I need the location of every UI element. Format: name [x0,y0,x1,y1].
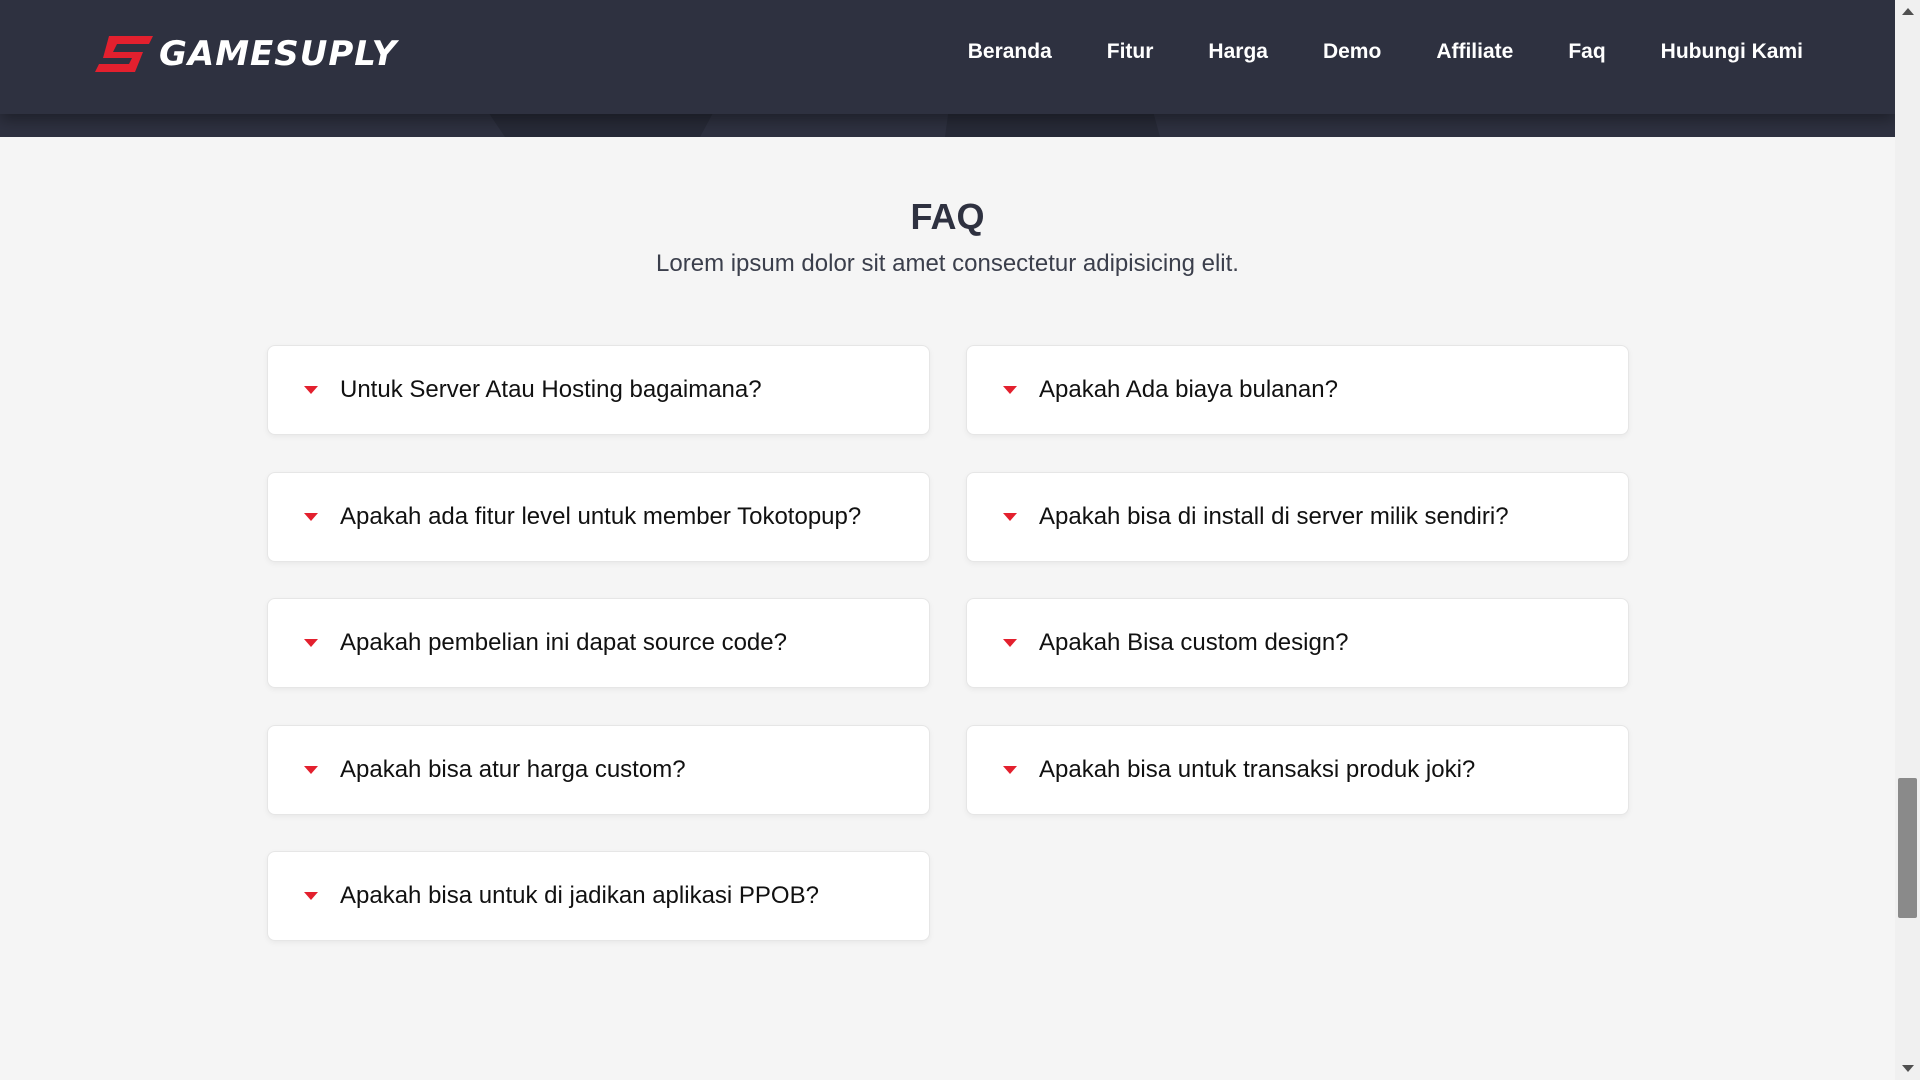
caret-down-icon [1003,513,1017,521]
faq-question: Apakah bisa untuk transaksi produk joki? [1039,756,1476,783]
faq-item[interactable]: Apakah ada fitur level untuk member Toko… [267,472,930,562]
faq-item[interactable]: Apakah Bisa custom design? [966,598,1629,688]
nav-demo[interactable]: Demo [1323,40,1381,64]
navbar: GAMESUPLY Beranda Fitur Harga Demo Affil… [0,0,1895,114]
faq-item[interactable]: Apakah bisa atur harga custom? [267,725,930,815]
faq-subtitle: Lorem ipsum dolor sit amet consectetur a… [656,250,1239,277]
faq-question: Apakah Bisa custom design? [1039,629,1349,656]
logo[interactable]: GAMESUPLY [95,34,397,74]
site-header: GAMESUPLY Beranda Fitur Harga Demo Affil… [0,0,1895,137]
logo-mark-icon [95,36,153,72]
caret-down-icon [304,766,318,774]
caret-down-icon [304,892,318,900]
scroll-up-arrow-icon[interactable] [1902,8,1914,15]
caret-down-icon [1003,386,1017,394]
faq-question: Apakah bisa di install di server milik s… [1039,503,1509,530]
faq-item[interactable]: Apakah bisa untuk di jadikan aplikasi PP… [267,851,930,941]
logo-text: GAMESUPLY [159,34,398,74]
caret-down-icon [1003,639,1017,647]
caret-down-icon [304,513,318,521]
scrollbar[interactable] [1895,0,1920,1080]
caret-down-icon [304,639,318,647]
scrollbar-thumb[interactable] [1898,778,1917,918]
faq-question: Apakah ada fitur level untuk member Toko… [340,503,862,530]
faq-item[interactable]: Apakah bisa di install di server milik s… [966,472,1629,562]
faq-question: Apakah Ada biaya bulanan? [1039,376,1338,403]
nav-faq[interactable]: Faq [1568,40,1605,64]
faq-item[interactable]: Apakah Ada biaya bulanan? [966,345,1629,435]
caret-down-icon [304,386,318,394]
page: GAMESUPLY Beranda Fitur Harga Demo Affil… [0,0,1920,1080]
faq-question: Apakah bisa untuk di jadikan aplikasi PP… [340,882,819,909]
faq-title: FAQ [910,196,985,237]
faq-item[interactable]: Apakah bisa untuk transaksi produk joki? [966,725,1629,815]
faq-item[interactable]: Untuk Server Atau Hosting bagaimana? [267,345,930,435]
nav-affiliate[interactable]: Affiliate [1436,40,1513,64]
nav-harga[interactable]: Harga [1208,40,1268,64]
scroll-down-arrow-icon[interactable] [1902,1065,1914,1072]
faq-question: Apakah pembelian ini dapat source code? [340,629,787,656]
nav-fitur[interactable]: Fitur [1107,40,1154,64]
caret-down-icon [1003,766,1017,774]
main-nav: Beranda Fitur Harga Demo Affiliate Faq H… [913,40,1803,64]
nav-beranda[interactable]: Beranda [968,40,1052,64]
faq-item[interactable]: Apakah pembelian ini dapat source code? [267,598,930,688]
nav-hubungi-kami[interactable]: Hubungi Kami [1661,40,1803,64]
faq-question: Apakah bisa atur harga custom? [340,756,686,783]
faq-question: Untuk Server Atau Hosting bagaimana? [340,376,762,403]
